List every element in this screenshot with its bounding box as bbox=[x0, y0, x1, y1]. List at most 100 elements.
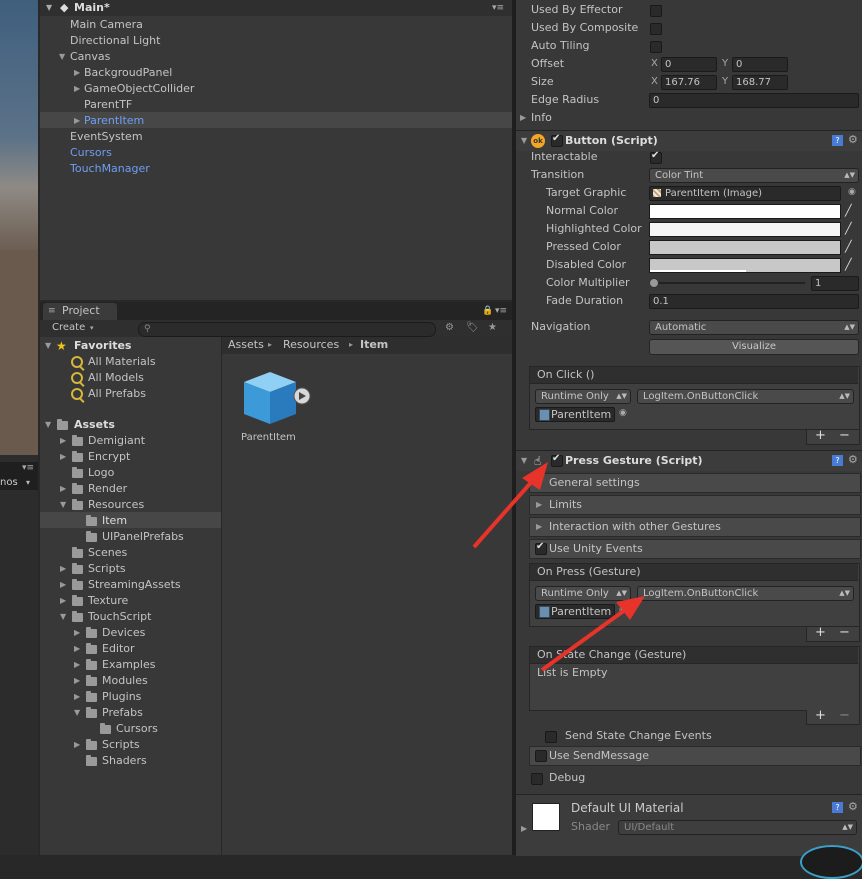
folder-item[interactable]: Encrypt bbox=[88, 449, 130, 465]
eyedropper-icon[interactable]: ╱ bbox=[845, 221, 852, 237]
gear-icon[interactable]: ⚙ bbox=[848, 799, 858, 815]
collapsed-triangle-icon[interactable]: ▶ bbox=[74, 657, 80, 673]
used-by-effector-checkbox[interactable] bbox=[650, 5, 662, 17]
shader-dropdown[interactable]: UI/Default ▲▼ bbox=[618, 820, 857, 835]
folder-item[interactable]: Scenes bbox=[88, 545, 127, 561]
folder-item[interactable]: Resources bbox=[88, 497, 144, 513]
panel-menu-icon[interactable]: ▾≡ bbox=[495, 303, 507, 319]
use-send-message-checkbox[interactable] bbox=[535, 750, 547, 762]
help-book-icon[interactable]: ? bbox=[832, 135, 843, 146]
collapsed-triangle-icon[interactable]: ▶ bbox=[60, 593, 66, 609]
collapsed-triangle-icon[interactable]: ▶ bbox=[74, 81, 80, 97]
folder-item[interactable]: Examples bbox=[102, 657, 155, 673]
search-input[interactable]: ⚲ bbox=[138, 322, 436, 337]
add-item-button[interactable]: + bbox=[815, 428, 826, 444]
info-foldout[interactable]: Info bbox=[531, 110, 552, 126]
collapsed-triangle-icon[interactable]: ▶ bbox=[60, 449, 66, 465]
expand-triangle-icon[interactable]: ▼ bbox=[45, 338, 51, 354]
button-enabled-checkbox[interactable] bbox=[551, 133, 563, 147]
help-book-icon[interactable]: ? bbox=[832, 455, 843, 466]
lock-icon[interactable]: 🔒 bbox=[482, 303, 493, 319]
folder-item[interactable]: Render bbox=[88, 481, 127, 497]
hierarchy-scene-header[interactable]: ▼ ◆ Main* ▾≡ bbox=[40, 0, 512, 16]
debug-checkbox[interactable] bbox=[531, 773, 543, 785]
remove-item-button[interactable]: − bbox=[839, 428, 850, 444]
collapsed-triangle-icon[interactable]: ▶ bbox=[60, 561, 66, 577]
slider-thumb[interactable] bbox=[649, 278, 659, 288]
press-gesture-component-header[interactable]: ▼ ☝ Press Gesture (Script) ? ⚙ bbox=[516, 450, 862, 471]
limits-foldout[interactable]: ▶ Limits bbox=[529, 495, 861, 515]
prefab-cube-icon[interactable] bbox=[238, 368, 312, 430]
edge-radius-field[interactable]: 0 bbox=[649, 93, 859, 108]
runtime-dropdown[interactable]: Runtime Only ▲▼ bbox=[535, 389, 631, 404]
eyedropper-icon[interactable]: ╱ bbox=[845, 203, 852, 219]
expand-triangle-icon[interactable]: ▼ bbox=[521, 453, 527, 469]
collapsed-triangle-icon[interactable]: ▶ bbox=[74, 625, 80, 641]
asset-label[interactable]: ParentItem bbox=[241, 430, 296, 446]
target-graphic-field[interactable]: ParentItem (Image) bbox=[649, 186, 841, 201]
function-dropdown[interactable]: LogItem.OnButtonClick ▲▼ bbox=[637, 586, 854, 601]
folder-item[interactable]: Texture bbox=[88, 593, 128, 609]
eyedropper-icon[interactable]: ╱ bbox=[845, 239, 852, 255]
collapsed-triangle-icon[interactable]: ▶ bbox=[74, 641, 80, 657]
folder-item[interactable]: Scripts bbox=[88, 561, 126, 577]
hierarchy-item[interactable]: EventSystem bbox=[70, 129, 143, 145]
hierarchy-item[interactable]: Directional Light bbox=[70, 33, 160, 49]
folder-item[interactable]: Shaders bbox=[102, 753, 147, 769]
breadcrumb-item[interactable]: Assets bbox=[228, 337, 264, 353]
use-unity-events-checkbox[interactable] bbox=[535, 541, 547, 555]
interaction-gestures-foldout[interactable]: ▶ Interaction with other Gestures bbox=[529, 517, 861, 537]
use-send-message-toggle[interactable]: Use SendMessage bbox=[529, 746, 861, 766]
expand-triangle-icon[interactable]: ▼ bbox=[46, 0, 52, 16]
favorite-item[interactable]: All Prefabs bbox=[88, 386, 146, 402]
pressed-color-swatch[interactable] bbox=[649, 240, 841, 255]
hierarchy-item[interactable]: GameObjectCollider bbox=[84, 81, 194, 97]
add-item-button[interactable]: + bbox=[815, 625, 826, 641]
folder-item[interactable]: Cursors bbox=[116, 721, 158, 737]
collapsed-triangle-icon[interactable]: ▶ bbox=[74, 737, 80, 753]
create-button[interactable]: Create bbox=[52, 320, 85, 336]
folder-item[interactable]: UIPanelPrefabs bbox=[102, 529, 184, 545]
gear-icon[interactable]: ⚙ bbox=[848, 452, 858, 468]
folder-item[interactable]: Logo bbox=[88, 465, 114, 481]
disabled-color-swatch[interactable] bbox=[649, 258, 841, 273]
eyedropper-icon[interactable]: ╱ bbox=[845, 257, 852, 273]
folder-item[interactable]: Demigiant bbox=[88, 433, 145, 449]
navigation-dropdown[interactable]: Automatic ▲▼ bbox=[649, 320, 859, 335]
hierarchy-item[interactable]: ParentTF bbox=[84, 97, 132, 113]
hierarchy-item-prefab[interactable]: Cursors bbox=[70, 145, 112, 161]
size-y-field[interactable]: 168.77 bbox=[732, 75, 788, 90]
button-component-header[interactable]: ▼ ok Button (Script) ? ⚙ bbox=[516, 130, 862, 151]
object-picker-icon[interactable]: ◉ bbox=[848, 184, 856, 200]
object-picker-icon[interactable]: ◉ bbox=[619, 405, 627, 421]
collapsed-triangle-icon[interactable]: ▶ bbox=[74, 113, 80, 129]
expand-triangle-icon[interactable]: ▼ bbox=[45, 417, 51, 433]
gear-icon[interactable]: ⚙ bbox=[848, 132, 858, 148]
event-object-field[interactable]: ParentItem bbox=[535, 407, 615, 422]
expand-triangle-icon[interactable]: ▼ bbox=[59, 49, 65, 65]
folder-item[interactable]: Devices bbox=[102, 625, 145, 641]
collapsed-triangle-icon[interactable]: ▶ bbox=[74, 673, 80, 689]
send-state-change-checkbox[interactable] bbox=[545, 731, 557, 743]
add-item-button[interactable]: + bbox=[815, 708, 826, 724]
remove-item-button[interactable]: − bbox=[839, 625, 850, 641]
panel-menu-icon[interactable]: ▾≡ bbox=[22, 460, 34, 476]
collapsed-triangle-icon[interactable]: ▶ bbox=[60, 577, 66, 593]
event-object-field[interactable]: ParentItem bbox=[535, 604, 615, 619]
color-multiplier-field[interactable]: 1 bbox=[811, 276, 859, 291]
panel-menu-icon[interactable]: ▾≡ bbox=[492, 0, 504, 16]
general-settings-foldout[interactable]: ▶ General settings bbox=[529, 473, 861, 493]
offset-x-field[interactable]: 0 bbox=[661, 57, 717, 72]
expand-triangle-icon[interactable]: ▼ bbox=[60, 497, 66, 513]
hierarchy-item[interactable]: Main Camera bbox=[70, 17, 143, 33]
favorite-star-icon[interactable]: ★ bbox=[488, 320, 497, 336]
object-picker-icon[interactable]: ◉ bbox=[619, 602, 627, 618]
fade-duration-field[interactable]: 0.1 bbox=[649, 294, 859, 309]
favorites-header[interactable]: Favorites bbox=[74, 338, 131, 354]
used-by-composite-checkbox[interactable] bbox=[650, 23, 662, 35]
size-x-field[interactable]: 167.76 bbox=[661, 75, 717, 90]
folder-item[interactable]: StreamingAssets bbox=[88, 577, 181, 593]
function-dropdown[interactable]: LogItem.OnButtonClick ▲▼ bbox=[637, 389, 854, 404]
breadcrumb-item[interactable]: Resources bbox=[283, 337, 339, 353]
transition-dropdown[interactable]: Color Tint ▲▼ bbox=[649, 168, 859, 183]
